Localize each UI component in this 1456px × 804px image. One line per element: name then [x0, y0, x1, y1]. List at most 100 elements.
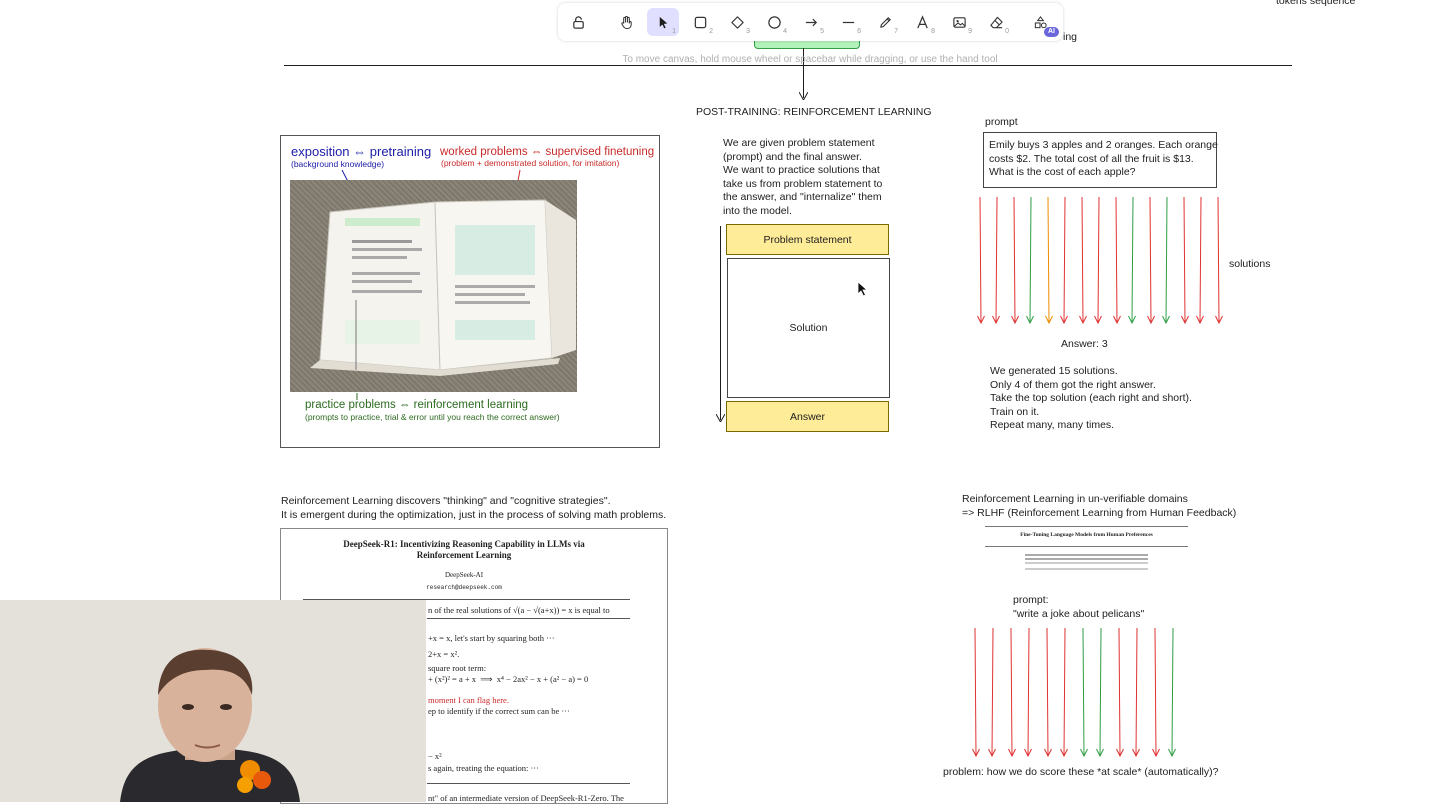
flow-arrow-line[interactable]	[720, 226, 721, 420]
arrow-11[interactable]	[1147, 196, 1155, 325]
rectangle-icon	[694, 16, 706, 28]
rectangle-tool[interactable]: 2	[684, 8, 716, 36]
practice-label[interactable]: practice problems ⇔ reinforcement learni…	[305, 398, 528, 413]
eraser-icon	[989, 16, 1003, 28]
diamond-tool[interactable]: 3	[721, 8, 753, 36]
line-icon	[842, 21, 854, 23]
arrow-12[interactable]	[1162, 196, 1170, 325]
ellipse-icon	[767, 15, 781, 29]
lock-tool[interactable]	[562, 8, 594, 36]
rlhf-paper-image[interactable]: Fine-Tuning Language Models from Human P…	[985, 524, 1188, 576]
arrow-13[interactable]	[1181, 196, 1189, 325]
arrow-5[interactable]	[1044, 627, 1052, 758]
text-tool[interactable]: 8	[906, 8, 938, 36]
open-book-illustration	[310, 199, 576, 376]
prompt-box[interactable]: Emily buys 3 apples and 2 oranges. Each …	[983, 132, 1218, 188]
image-tool[interactable]: 9	[943, 8, 975, 36]
lock-icon	[572, 15, 584, 29]
pointer-icon	[659, 16, 667, 28]
paper-line-6: moment I can flag here.	[428, 695, 509, 705]
arrow-tool[interactable]: 5	[795, 8, 827, 36]
practice-sublabel[interactable]: (prompts to practice, trial & error unti…	[305, 412, 560, 423]
selection-tool[interactable]: 1	[647, 8, 679, 36]
answer-label[interactable]: Answer: 3	[1061, 338, 1108, 352]
paper-line-2: +x = x, let's start by squaring both ···	[428, 633, 555, 643]
answer-box[interactable]: Answer	[726, 401, 889, 432]
paper-rule-2	[427, 618, 630, 619]
solution-arrows[interactable]	[970, 195, 1230, 330]
arrow-6[interactable]	[1060, 196, 1068, 325]
mouse-cursor	[857, 281, 869, 297]
arrow-10[interactable]	[1132, 627, 1140, 758]
arrow-2[interactable]	[992, 196, 1000, 325]
arrow-5[interactable]	[1045, 196, 1053, 325]
arrow-1[interactable]	[977, 196, 985, 325]
horizontal-divider[interactable]	[284, 65, 1292, 66]
paper-line-9: s again, treating the equation: ···	[428, 763, 539, 773]
rlhf-arrows[interactable]	[965, 626, 1185, 760]
rlhf-paper-rule-bottom	[985, 546, 1188, 547]
arrow-9[interactable]	[1116, 627, 1124, 758]
webcam-overlay	[0, 600, 426, 802]
arrow-3[interactable]	[1008, 627, 1016, 758]
arrow-15[interactable]	[1215, 196, 1223, 325]
problem-statement-box[interactable]: Problem statement	[726, 224, 889, 255]
tokens-sequence-label: tokens sequence	[1276, 0, 1356, 7]
rlhf-paper-rule-top	[985, 526, 1188, 527]
paper-author: DeepSeek-AI	[444, 571, 484, 579]
solution-label: Solution	[789, 322, 828, 334]
solutions-label[interactable]: solutions	[1229, 258, 1270, 272]
arrow-10[interactable]	[1128, 196, 1136, 325]
fragment-label: ing	[1063, 31, 1078, 43]
prompt-label[interactable]: prompt	[985, 116, 1018, 130]
arrow-1[interactable]	[972, 627, 980, 758]
explanation-text[interactable]: We are given problem statement (prompt) …	[723, 137, 882, 218]
rlhf-paper-title: Fine-Tuning Language Models from Human P…	[1020, 532, 1153, 538]
solution-box[interactable]: Solution	[727, 258, 890, 398]
eraser-tool[interactable]: 0	[980, 8, 1012, 36]
arrow-11[interactable]	[1152, 627, 1160, 758]
paper-line-7: ep to identify if the correct sum can be…	[428, 706, 570, 716]
prompt-text: Emily buys 3 apples and 2 oranges. Each …	[989, 139, 1218, 178]
hand-tool[interactable]	[610, 8, 642, 36]
paper-line-5: + (x²)² = a + x ⟹ x⁴ − 2ax² − x + (a² − …	[428, 674, 589, 684]
arrow-icon	[805, 18, 817, 26]
pencil-icon	[879, 16, 891, 28]
arrow-12[interactable]	[1168, 627, 1176, 758]
rl-note[interactable]: Reinforcement Learning discovers "thinki…	[281, 495, 666, 522]
line-tool[interactable]: 6	[832, 8, 864, 36]
draw-tool[interactable]: 7	[869, 8, 901, 36]
diamond-icon	[730, 15, 744, 29]
section-title[interactable]: POST-TRAINING: REINFORCEMENT LEARNING	[696, 106, 932, 120]
arrow-4[interactable]	[1026, 196, 1034, 325]
arrow-6[interactable]	[1060, 627, 1068, 758]
textbook-photo[interactable]	[290, 180, 577, 392]
arrow-3[interactable]	[1011, 196, 1019, 325]
canvas-hint: To move canvas, hold mouse wheel or spac…	[622, 54, 998, 65]
paper-line-8: − x²	[428, 751, 442, 761]
paper-line-1: n of the real solutions of √(a − √(a+x))…	[428, 605, 610, 615]
arrow-14[interactable]	[1196, 196, 1204, 325]
arrow-4[interactable]	[1024, 627, 1032, 758]
summary-text[interactable]: We generated 15 solutions. Only 4 of the…	[990, 365, 1192, 433]
text-icon	[916, 14, 928, 28]
paper-line-3: 2+x = x².	[428, 649, 460, 659]
arrow-7[interactable]	[1079, 196, 1087, 325]
arrow-7[interactable]	[1080, 627, 1088, 758]
arrow-8[interactable]	[1094, 196, 1102, 325]
rlhf-paper-authors	[1025, 554, 1148, 556]
paper-email: research@deepseek.com	[426, 584, 502, 591]
paper-line-4: square root term:	[428, 663, 487, 673]
paper-rule-3	[427, 783, 630, 784]
ellipse-tool[interactable]: 4	[758, 8, 790, 36]
hand-icon	[620, 15, 632, 29]
rlhf-problem[interactable]: problem: how we do score these *at scale…	[943, 766, 1218, 780]
toolbar: 1 2 3 4 5 6 7 8 9 0	[558, 3, 1063, 41]
arrow-2[interactable]	[988, 627, 996, 758]
rlhf-note[interactable]: Reinforcement Learning in un-verifiable …	[962, 493, 1236, 520]
arrow-9[interactable]	[1113, 196, 1121, 325]
ai-badge: AI	[1044, 27, 1059, 37]
arrowhead	[799, 92, 808, 100]
arrow-8[interactable]	[1096, 627, 1104, 758]
rlhf-prompt[interactable]: prompt: "write a joke about pelicans"	[1013, 594, 1144, 621]
